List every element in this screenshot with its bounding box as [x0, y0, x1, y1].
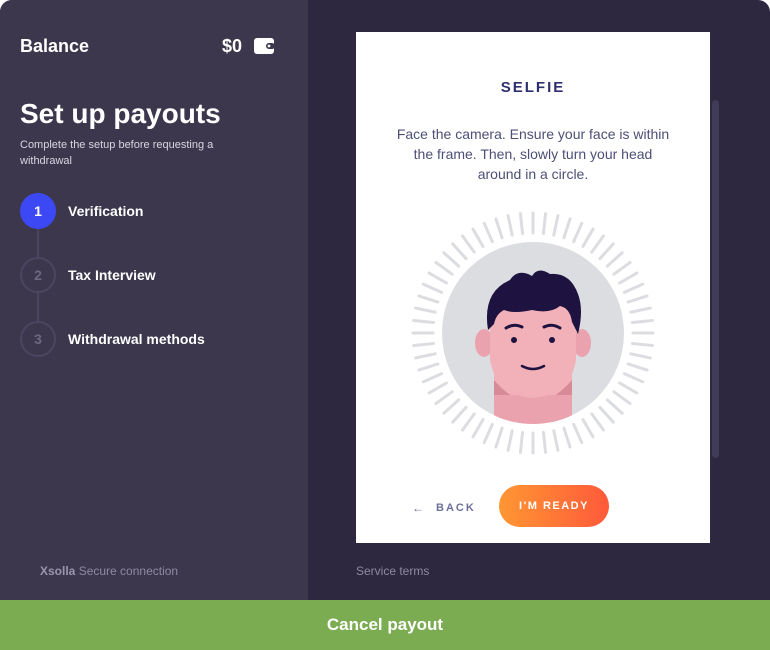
- xsolla-logo: Xsolla: [40, 564, 76, 578]
- progress-tick: [572, 221, 584, 244]
- progress-tick: [421, 372, 444, 384]
- progress-tick: [506, 214, 514, 237]
- step-tax-interview[interactable]: 2 Tax Interview: [20, 257, 290, 293]
- progress-tick: [506, 429, 514, 452]
- progress-tick: [541, 212, 548, 236]
- progress-tick: [482, 221, 494, 244]
- progress-tick: [442, 251, 461, 268]
- progress-tick: [552, 214, 560, 237]
- step-number: 2: [20, 257, 56, 293]
- progress-tick: [605, 398, 624, 415]
- progress-tick: [434, 260, 454, 276]
- cancel-payout-label: Cancel payout: [326, 615, 444, 634]
- progress-tick: [417, 294, 440, 304]
- progress-tick: [629, 306, 652, 314]
- progress-tick: [590, 234, 606, 254]
- step-number: 3: [20, 321, 56, 357]
- step-connector: [37, 229, 39, 257]
- progress-tick: [630, 341, 654, 348]
- progress-tick: [427, 271, 448, 285]
- progress-tick: [482, 422, 494, 445]
- progress-tick: [598, 242, 615, 261]
- secure-connection-footer: Xsolla Secure connection: [40, 564, 178, 578]
- progress-tick: [630, 318, 654, 325]
- progress-tick: [494, 426, 504, 449]
- progress-tick: [612, 390, 632, 406]
- progress-tick: [590, 412, 606, 432]
- progress-tick: [562, 426, 572, 449]
- service-terms-link[interactable]: Service terms: [356, 564, 429, 578]
- progress-tick: [598, 405, 615, 424]
- progress-tick: [460, 234, 476, 254]
- progress-tick: [421, 282, 444, 294]
- balance-label: Balance: [20, 36, 90, 56]
- progress-tick: [417, 362, 440, 372]
- progress-tick: [451, 242, 468, 261]
- progress-tick: [541, 430, 548, 454]
- progress-tick: [618, 271, 639, 285]
- progress-tick: [518, 430, 525, 454]
- cancel-payout-button[interactable]: Cancel payout: [0, 600, 770, 650]
- progress-tick: [414, 306, 437, 314]
- progress-tick: [427, 381, 448, 395]
- progress-tick: [622, 282, 645, 294]
- back-button[interactable]: ← BACK: [412, 500, 476, 516]
- progress-tick: [494, 217, 504, 240]
- progress-tick: [572, 422, 584, 445]
- step-label: Verification: [68, 203, 144, 219]
- step-connector: [37, 293, 39, 321]
- payout-modal: Balance $0 Set up payouts Complete the s…: [0, 0, 770, 600]
- sidebar: Balance $0 Set up payouts Complete the s…: [0, 0, 308, 600]
- step-withdrawal-methods[interactable]: 3 Withdrawal methods: [20, 321, 290, 357]
- progress-tick: [622, 372, 645, 384]
- progress-tick: [434, 390, 454, 406]
- progress-tick: [626, 294, 649, 304]
- step-label: Withdrawal methods: [68, 331, 205, 347]
- card-title: SELFIE: [500, 79, 566, 96]
- im-ready-button[interactable]: I'M READY: [499, 485, 609, 527]
- progress-tick: [471, 227, 485, 248]
- step-verification[interactable]: 1 Verification: [20, 193, 290, 229]
- progress-tick: [460, 412, 476, 432]
- arrow-left-icon: ←: [412, 501, 426, 515]
- progress-tick: [442, 398, 461, 415]
- card-instructions: Face the camera. Ensure your face is wit…: [396, 126, 670, 182]
- page-subtitle: Complete the setup before requesting a w…: [20, 139, 214, 167]
- scrollbar[interactable]: [712, 100, 719, 458]
- secure-connection-text: Secure connection: [78, 564, 179, 578]
- progress-tick: [626, 362, 649, 372]
- wallet-icon[interactable]: [254, 38, 275, 54]
- progress-tick: [618, 381, 639, 395]
- progress-tick: [562, 217, 572, 240]
- progress-tick: [412, 341, 436, 348]
- progress-tick: [581, 418, 595, 439]
- balance-row: Balance $0: [20, 36, 275, 60]
- step-label: Tax Interview: [68, 267, 156, 283]
- progress-tick: [451, 405, 468, 424]
- progress-tick: [412, 318, 436, 325]
- page-title: Set up payouts: [20, 98, 221, 129]
- progress-tick: [629, 352, 652, 360]
- face-illustration: [410, 210, 656, 456]
- progress-tick: [605, 251, 624, 268]
- progress-tick: [518, 212, 525, 236]
- progress-tick: [471, 418, 485, 439]
- step-number: 1: [20, 193, 56, 229]
- progress-tick: [414, 352, 437, 360]
- progress-tick: [581, 227, 595, 248]
- balance-amount: $0: [221, 36, 242, 56]
- progress-tick: [552, 429, 560, 452]
- selfie-card: SELFIE Face the camera. Ensure your face…: [356, 32, 710, 543]
- progress-tick: [612, 260, 632, 276]
- back-label: BACK: [436, 502, 476, 514]
